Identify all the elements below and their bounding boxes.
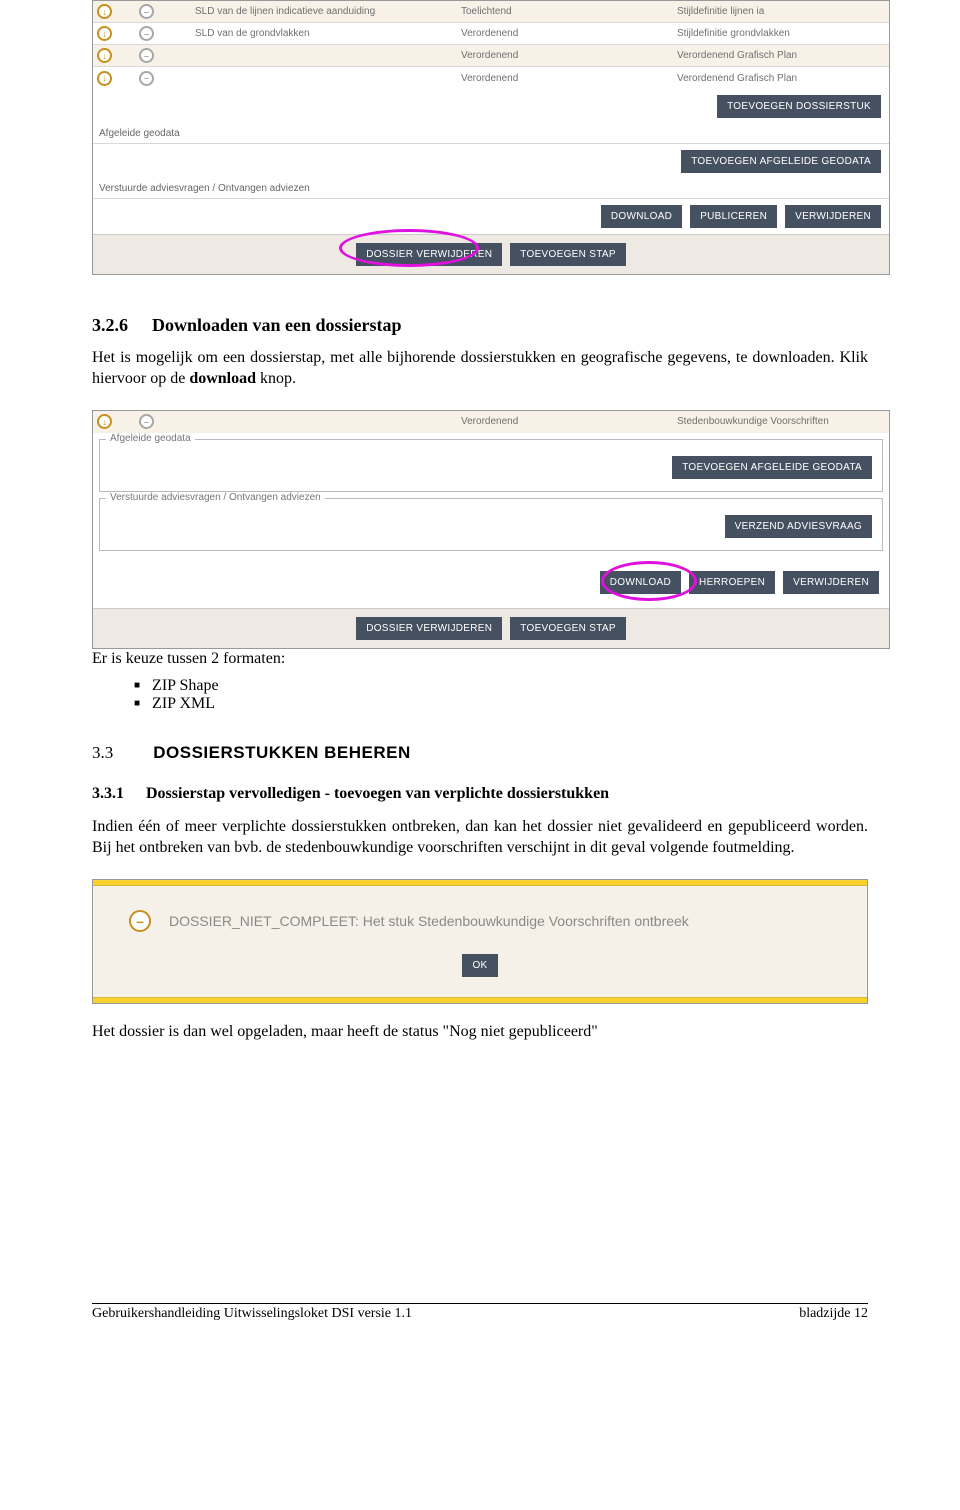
download-icon[interactable]: ↓ <box>97 4 112 19</box>
footer-rule <box>92 1303 868 1304</box>
heading-number: 3.3.1 <box>92 785 124 802</box>
button-row: TOEVOEGEN DOSSIERSTUK <box>93 89 889 124</box>
paragraph-closing: Het dossier is dan wel opgeladen, maar h… <box>92 1022 868 1043</box>
footer-left: Gebruikershandleiding Uitwisselingsloket… <box>92 1306 412 1322</box>
table-row: ↓ – Verordenend Verordenend Grafisch Pla… <box>93 67 889 89</box>
footer-right: bladzijde 12 <box>799 1306 868 1322</box>
heading-title: Dossierstap vervolledigen - toevoegen va… <box>146 785 609 802</box>
remove-icon[interactable]: – <box>139 48 154 63</box>
row-type: Toelichtend <box>461 6 671 17</box>
fieldset-legend: Afgeleide geodata <box>106 433 195 444</box>
add-geodata-button[interactable]: TOEVOEGEN AFGELEIDE GEODATA <box>672 456 872 479</box>
row-right: Stijldefinitie grondvlakken <box>677 28 885 39</box>
fieldset-adviesvragen: Verstuurde adviesvragen / Ontvangen advi… <box>99 498 883 551</box>
download-button[interactable]: DOWNLOAD <box>600 571 681 594</box>
add-dossierstuk-button[interactable]: TOEVOEGEN DOSSIERSTUK <box>717 95 881 118</box>
dialog-body: – DOSSIER_NIET_COMPLEET: Het stuk Steden… <box>93 886 867 946</box>
dialog-button-row: OK <box>93 946 867 997</box>
screenshot-error-dialog: – DOSSIER_NIET_COMPLEET: Het stuk Steden… <box>92 879 868 1004</box>
table-row: ↓ – Verordenend Stedenbouwkundige Voorsc… <box>93 411 889 433</box>
heading-number: 3.3 <box>92 743 113 762</box>
table-row: ↓ – SLD van de grondvlakken Verordenend … <box>93 23 889 45</box>
revoke-button[interactable]: HERROEPEN <box>689 571 775 594</box>
ok-button[interactable]: OK <box>462 954 497 977</box>
delete-button[interactable]: VERWIJDEREN <box>785 205 881 228</box>
row-type: Verordenend <box>461 73 671 84</box>
fieldset-legend: Verstuurde adviesvragen / Ontvangen advi… <box>106 492 325 503</box>
section-header-advies: Verstuurde adviesvragen / Ontvangen advi… <box>93 179 889 199</box>
row-type: Verordenend <box>461 416 671 427</box>
screenshot-dossier-list: ↓ – SLD van de lijnen indicatieve aandui… <box>92 0 890 275</box>
button-row: TOEVOEGEN AFGELEIDE GEODATA <box>104 444 878 483</box>
remove-icon[interactable]: – <box>139 26 154 41</box>
remove-icon[interactable]: – <box>139 414 154 429</box>
add-geodata-button[interactable]: TOEVOEGEN AFGELEIDE GEODATA <box>681 150 881 173</box>
fieldset-afgeleide-geodata: Afgeleide geodata TOEVOEGEN AFGELEIDE GE… <box>99 439 883 492</box>
dialog-message: DOSSIER_NIET_COMPLEET: Het stuk Stedenbo… <box>169 913 689 929</box>
remove-icon[interactable]: – <box>139 71 154 86</box>
minus-icon: – <box>129 910 151 932</box>
dialog-bottom-bar <box>93 997 867 1003</box>
row-right: Verordenend Grafisch Plan <box>677 50 885 61</box>
download-icon[interactable]: ↓ <box>97 71 112 86</box>
download-icon[interactable]: ↓ <box>97 26 112 41</box>
paragraph-331: Indien één of meer verplichte dossierstu… <box>92 817 868 859</box>
page-footer: Gebruikershandleiding Uitwisselingsloket… <box>92 1306 868 1322</box>
row-name: SLD van de lijnen indicatieve aanduiding <box>195 6 455 17</box>
dossier-delete-button[interactable]: DOSSIER VERWIJDEREN <box>356 617 502 640</box>
heading-3-2-6: 3.2.6 Downloaden van een dossierstap <box>92 315 868 336</box>
button-row: TOEVOEGEN AFGELEIDE GEODATA <box>93 144 889 179</box>
dossier-delete-button[interactable]: DOSSIER VERWIJDEREN <box>356 243 502 266</box>
send-advice-button[interactable]: VERZEND ADVIESVRAAG <box>725 515 872 538</box>
button-row: VERZEND ADVIESVRAAG <box>104 503 878 542</box>
download-icon[interactable]: ↓ <box>97 48 112 63</box>
row-right: Verordenend Grafisch Plan <box>677 73 885 84</box>
formats-list: ZIP Shape ZIP XML <box>134 677 868 713</box>
add-step-button[interactable]: TOEVOEGEN STAP <box>510 243 626 266</box>
remove-icon[interactable]: – <box>139 4 154 19</box>
screenshot-download-step: ↓ – Verordenend Stedenbouwkundige Voorsc… <box>92 410 890 649</box>
download-icon[interactable]: ↓ <box>97 414 112 429</box>
list-item: ZIP XML <box>134 695 868 713</box>
button-row: DOWNLOAD PUBLICEREN VERWIJDEREN <box>93 199 889 234</box>
heading-3-3: 3.3 DOSSIERSTUKKEN BEHEREN <box>92 743 868 763</box>
button-row-actions: DOWNLOAD HERROEPEN VERWIJDEREN <box>93 557 889 608</box>
list-item: ZIP Shape <box>134 677 868 695</box>
row-type: Verordenend <box>461 50 671 61</box>
add-step-button[interactable]: TOEVOEGEN STAP <box>510 617 626 640</box>
heading-number: 3.2.6 <box>92 315 128 335</box>
row-right: Stedenbouwkundige Voorschriften <box>677 416 885 427</box>
heading-3-3-1: 3.3.1 Dossierstap vervolledigen - toevoeg… <box>92 785 868 803</box>
heading-title: Downloaden van een dossierstap <box>152 315 402 335</box>
paragraph-326: Het is mogelijk om een dossierstap, met … <box>92 348 868 390</box>
heading-title: DOSSIERSTUKKEN BEHEREN <box>153 743 411 762</box>
table-row: ↓ – Verordenend Verordenend Grafisch Pla… <box>93 45 889 67</box>
row-type: Verordenend <box>461 28 671 39</box>
document-page: ↓ – SLD van de lijnen indicatieve aandui… <box>0 0 960 1338</box>
publish-button[interactable]: PUBLICEREN <box>690 205 777 228</box>
row-name: SLD van de grondvlakken <box>195 28 455 39</box>
paragraph-formats-intro: Er is keuze tussen 2 formaten: <box>92 649 868 670</box>
table-row: ↓ – SLD van de lijnen indicatieve aandui… <box>93 1 889 23</box>
download-button[interactable]: DOWNLOAD <box>601 205 682 228</box>
delete-button[interactable]: VERWIJDEREN <box>783 571 879 594</box>
row-right: Stijldefinitie lijnen ia <box>677 6 885 17</box>
section-header-afgeleide: Afgeleide geodata <box>93 124 889 144</box>
bottom-button-row: DOSSIER VERWIJDEREN TOEVOEGEN STAP <box>93 608 889 648</box>
bottom-button-row: DOSSIER VERWIJDEREN TOEVOEGEN STAP <box>93 234 889 274</box>
